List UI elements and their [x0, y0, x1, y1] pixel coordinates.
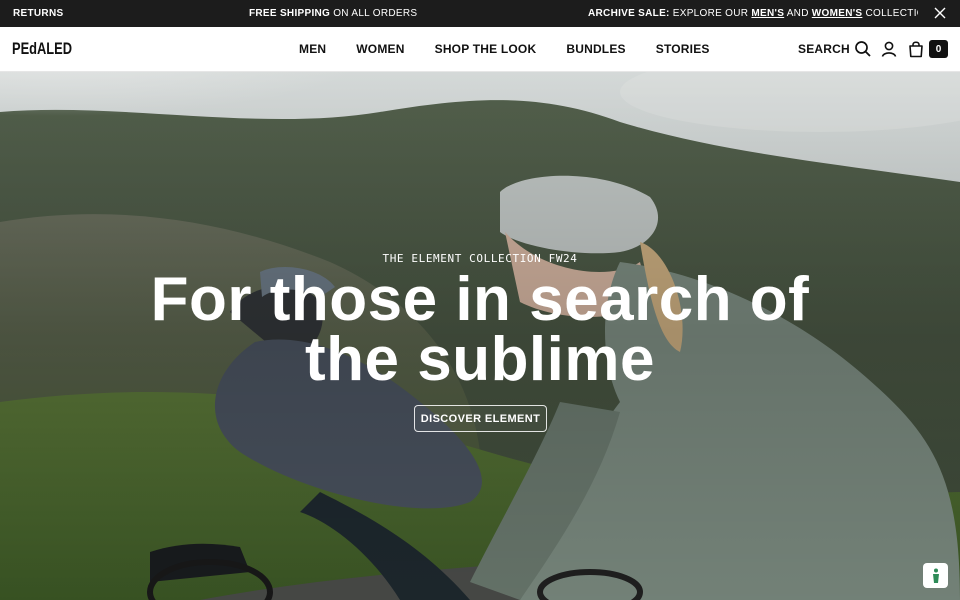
- site-header: PEdALED MEN WOMEN SHOP THE LOOK BUNDLES …: [0, 27, 960, 72]
- hero-headline-line-1: For those in search of: [150, 265, 810, 334]
- announcement-shipping: FREE SHIPPING ON ALL ORDERS: [249, 8, 418, 19]
- announcement-archive-sale: ARCHIVE SALE: EXPLORE OUR MEN'S AND WOME…: [588, 8, 918, 19]
- nav-bundles[interactable]: BUNDLES: [566, 42, 625, 56]
- nav-men[interactable]: MEN: [299, 42, 326, 56]
- womens-collection-link[interactable]: WOMEN'S: [812, 8, 863, 19]
- search-button[interactable]: SEARCH: [798, 42, 850, 56]
- cart-count-badge[interactable]: 0: [929, 40, 948, 58]
- hero-eyebrow: THE ELEMENT COLLECTION FW24: [382, 252, 578, 265]
- hero-content: THE ELEMENT COLLECTION FW24 For those in…: [0, 72, 960, 600]
- nav-shop-the-look[interactable]: SHOP THE LOOK: [435, 42, 537, 56]
- mens-collection-link[interactable]: MEN'S: [751, 8, 784, 19]
- hero-headline: For those in search of the sublime: [0, 265, 960, 394]
- discover-element-button[interactable]: DISCOVER ELEMENT: [414, 405, 547, 432]
- close-icon[interactable]: [934, 7, 946, 19]
- shopping-bag-icon[interactable]: [907, 40, 925, 58]
- brand-logo[interactable]: PEdALED: [12, 37, 74, 59]
- nav-women[interactable]: WOMEN: [356, 42, 404, 56]
- logo-text: PEdALED: [12, 39, 72, 58]
- announcement-returns: RETURNS: [13, 8, 64, 19]
- nav-stories[interactable]: STORIES: [656, 42, 710, 56]
- accessibility-widget-button[interactable]: [923, 563, 948, 588]
- user-icon[interactable]: [880, 40, 898, 58]
- hero-headline-line-2: the sublime: [304, 325, 655, 394]
- main-nav: MEN WOMEN SHOP THE LOOK BUNDLES STORIES: [299, 42, 710, 56]
- accessibility-icon: [932, 568, 939, 583]
- search-icon[interactable]: [854, 40, 872, 58]
- hero-banner: THE ELEMENT COLLECTION FW24 For those in…: [0, 72, 960, 600]
- announcement-bar: RETURNS FREE SHIPPING ON ALL ORDERS ARCH…: [0, 0, 960, 27]
